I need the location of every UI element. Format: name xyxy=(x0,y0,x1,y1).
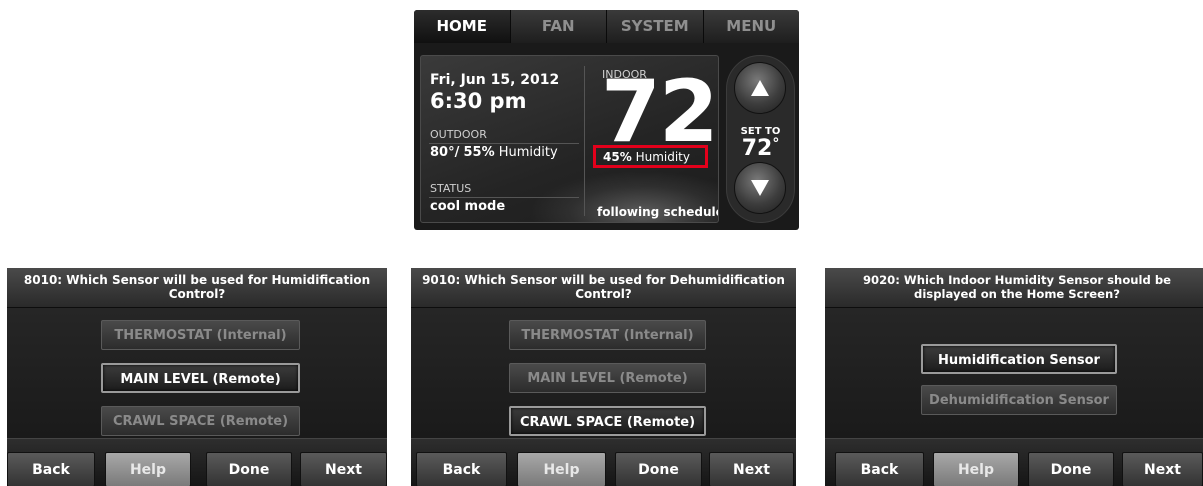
panel-divider xyxy=(584,66,585,216)
triangle-up-icon xyxy=(751,80,769,96)
outdoor-humidity-word: Humidity xyxy=(498,145,558,160)
screen-title: 9020: Which Indoor Humidity Sensor shoul… xyxy=(825,268,1203,308)
date-text: Fri, Jun 15, 2012 xyxy=(430,72,560,88)
setup-screen-9010: 9010: Which Sensor will be used for Dehu… xyxy=(411,268,796,486)
status-value: cool mode xyxy=(430,199,506,214)
set-to-degree: ° xyxy=(772,136,780,152)
triangle-down-icon xyxy=(751,180,769,196)
option-crawl-space-remote[interactable]: CRAWL SPACE (Remote) xyxy=(101,406,300,436)
options-area: Humidification Sensor Dehumidification S… xyxy=(825,308,1203,438)
option-crawl-space-remote[interactable]: CRAWL SPACE (Remote) xyxy=(509,406,706,436)
temp-down-button[interactable] xyxy=(734,162,786,214)
back-button[interactable]: Back xyxy=(416,452,507,486)
bottom-button-bar: Back Help Done Next xyxy=(7,438,387,486)
help-button[interactable]: Help xyxy=(105,452,191,486)
option-humidification-sensor[interactable]: Humidification Sensor xyxy=(921,344,1117,374)
outdoor-readout: 80°/ 55% Humidity xyxy=(430,145,558,160)
status-label: STATUS xyxy=(430,182,472,195)
bottom-button-bar: Back Help Done Next xyxy=(411,438,796,486)
outdoor-humidity: 55% xyxy=(463,145,495,160)
temp-up-button[interactable] xyxy=(734,62,786,114)
tab-fan[interactable]: FAN xyxy=(510,10,607,43)
back-button[interactable]: Back xyxy=(835,452,924,486)
indoor-temp: 72° xyxy=(601,68,718,155)
option-main-level-remote[interactable]: MAIN LEVEL (Remote) xyxy=(509,363,706,393)
indoor-humidity-word: Humidity xyxy=(635,150,690,164)
screen-title: 8010: Which Sensor will be used for Humi… xyxy=(7,268,387,308)
bottom-button-bar: Back Help Done Next xyxy=(825,438,1203,486)
indoor-humidity: 45% xyxy=(603,150,632,164)
back-button[interactable]: Back xyxy=(7,452,95,486)
time-text: 6:30 pm xyxy=(430,89,527,113)
done-button[interactable]: Done xyxy=(206,452,292,486)
setpoint-control: SET TO 72° xyxy=(726,55,795,223)
screen-title: 9010: Which Sensor will be used for Dehu… xyxy=(411,268,796,308)
options-area: THERMOSTAT (Internal) MAIN LEVEL (Remote… xyxy=(7,308,387,438)
tab-menu[interactable]: MENU xyxy=(703,10,799,43)
thermostat-home-screen: HOME FAN SYSTEM MENU Fri, Jun 15, 2012 6… xyxy=(414,10,799,230)
set-to-value: 72 xyxy=(741,136,773,161)
next-button[interactable]: Next xyxy=(300,452,387,486)
options-area: THERMOSTAT (Internal) MAIN LEVEL (Remote… xyxy=(411,308,796,438)
done-button[interactable]: Done xyxy=(1028,452,1114,486)
option-main-level-remote[interactable]: MAIN LEVEL (Remote) xyxy=(101,363,300,393)
setup-screen-9020: 9020: Which Indoor Humidity Sensor shoul… xyxy=(825,268,1203,486)
tab-home[interactable]: HOME xyxy=(414,10,511,43)
outdoor-divider xyxy=(429,143,579,144)
outdoor-temp: 80°/ xyxy=(430,145,460,160)
top-tab-bar: HOME FAN SYSTEM MENU xyxy=(414,10,799,43)
setup-screen-8010: 8010: Which Sensor will be used for Humi… xyxy=(7,268,387,486)
indoor-temp-degree: ° xyxy=(717,68,718,126)
next-button[interactable]: Next xyxy=(709,452,794,486)
option-thermostat-internal[interactable]: THERMOSTAT (Internal) xyxy=(101,320,300,350)
schedule-text: following schedule xyxy=(597,205,719,219)
tab-system[interactable]: SYSTEM xyxy=(607,10,704,43)
status-divider xyxy=(429,197,579,198)
indoor-humidity-readout: 45% Humidity xyxy=(603,150,690,164)
next-button[interactable]: Next xyxy=(1122,452,1203,486)
set-to-readout: 72° xyxy=(727,136,794,161)
help-button[interactable]: Help xyxy=(933,452,1019,486)
help-button[interactable]: Help xyxy=(517,452,606,486)
done-button[interactable]: Done xyxy=(615,452,702,486)
option-dehumidification-sensor[interactable]: Dehumidification Sensor xyxy=(921,385,1117,415)
info-panel: Fri, Jun 15, 2012 6:30 pm OUTDOOR 80°/ 5… xyxy=(420,55,719,223)
option-thermostat-internal[interactable]: THERMOSTAT (Internal) xyxy=(509,320,706,350)
outdoor-label: OUTDOOR xyxy=(430,128,487,141)
